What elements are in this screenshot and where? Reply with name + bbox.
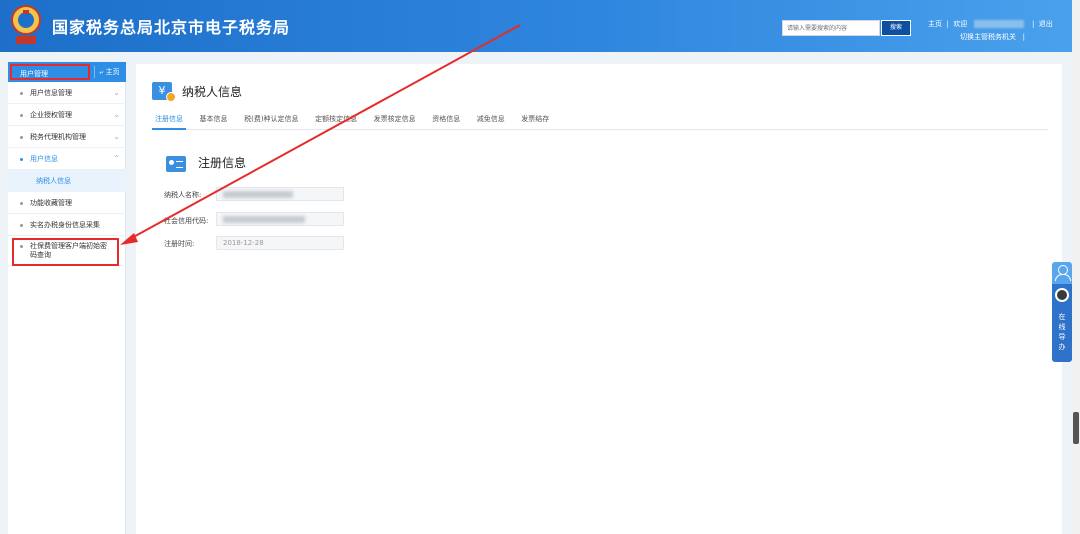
back-arrow-icon: ⤶ bbox=[99, 68, 104, 76]
username-redacted bbox=[973, 20, 1024, 28]
scrollbar-thumb[interactable] bbox=[1073, 412, 1079, 444]
logout-link[interactable]: 退出 bbox=[1039, 19, 1053, 29]
bullet-icon bbox=[20, 158, 23, 161]
sidebar-item-label: 用户信息 bbox=[30, 155, 58, 163]
tab-bar: 注册信息 基本信息 税(费)种认定信息 定额核定信息 发票核定信息 资格信息 减… bbox=[152, 110, 1048, 130]
annotation-highlight-box bbox=[12, 238, 119, 266]
sidebar-title[interactable]: 用户管理 bbox=[10, 64, 90, 80]
tab-basic[interactable]: 基本信息 bbox=[197, 110, 231, 130]
search-badge-icon bbox=[166, 92, 176, 102]
tab-quota[interactable]: 定额核定信息 bbox=[312, 110, 360, 130]
sidebar-item-label: 企业授权管理 bbox=[30, 111, 72, 119]
online-guide-button[interactable]: 在线导办 bbox=[1052, 284, 1072, 362]
home-button-label: 主页 bbox=[105, 68, 120, 76]
chevron-down-icon: ⌄ bbox=[113, 88, 120, 97]
online-guide-widget[interactable]: 在线导办 bbox=[1052, 262, 1072, 362]
separator: | bbox=[1029, 20, 1037, 28]
top-header: 国家税务总局北京市电子税务局 搜索 主页 | 欢迎 | 退出 切换主管税务机关 … bbox=[0, 0, 1080, 52]
bullet-icon bbox=[20, 224, 23, 227]
tab-qualification[interactable]: 资格信息 bbox=[429, 110, 463, 130]
bullet-icon bbox=[20, 136, 23, 139]
chevron-down-icon: ⌄ bbox=[113, 132, 120, 141]
sidebar-item-favorites[interactable]: 功能收藏管理 bbox=[8, 192, 126, 214]
sidebar-item-label: 税务代理机构管理 bbox=[30, 133, 86, 141]
separator: | bbox=[1018, 33, 1026, 41]
sidebar-home-button[interactable]: ⤶ 主页 bbox=[94, 66, 124, 78]
id-card-icon bbox=[166, 156, 186, 172]
separator: | bbox=[944, 20, 952, 28]
assistant-avatar-icon bbox=[1055, 288, 1069, 302]
page-title: 纳税人信息 bbox=[182, 85, 243, 99]
field-label-credit-code: 社会信用代码: bbox=[164, 217, 209, 225]
page-scrollbar[interactable] bbox=[1072, 0, 1080, 534]
tab-exemption[interactable]: 减免信息 bbox=[474, 110, 508, 130]
chevron-up-icon: ⌃ bbox=[113, 154, 120, 163]
search-button[interactable]: 搜索 bbox=[881, 20, 911, 36]
field-credit-code bbox=[216, 212, 344, 226]
user-service-icon[interactable] bbox=[1052, 262, 1072, 284]
chevron-down-icon: ⌄ bbox=[113, 110, 120, 119]
sidebar-item-enterprise-auth[interactable]: 企业授权管理 ⌄ bbox=[8, 104, 126, 126]
bullet-icon bbox=[20, 114, 23, 117]
sidebar-item-tax-agency[interactable]: 税务代理机构管理 ⌄ bbox=[8, 126, 126, 148]
sidebar-item-label: 实名办税身份信息采集 bbox=[30, 221, 100, 229]
redacted-value bbox=[223, 191, 293, 198]
tax-emblem-icon bbox=[11, 5, 41, 44]
sidebar-item-label: 用户信息管理 bbox=[30, 89, 72, 97]
tab-tax-type[interactable]: 税(费)种认定信息 bbox=[241, 110, 301, 130]
sidebar-item-label: 功能收藏管理 bbox=[30, 199, 72, 207]
field-label-name: 纳税人名称: bbox=[164, 191, 202, 199]
home-link[interactable]: 主页 bbox=[928, 19, 942, 29]
sidebar: 用户管理 ⤶ 主页 用户信息管理 ⌄ 企业授权管理 ⌄ 税务代理机构管理 ⌄ 用… bbox=[8, 62, 126, 534]
field-label-reg-date: 注册时间: bbox=[164, 240, 195, 248]
bullet-icon bbox=[20, 202, 23, 205]
field-reg-date: 2018-12-28 bbox=[216, 236, 344, 250]
sidebar-item-realname-collect[interactable]: 实名办税身份信息采集 bbox=[8, 214, 126, 236]
bullet-icon bbox=[20, 92, 23, 95]
tab-invoice-balance[interactable]: 发票结存 bbox=[518, 110, 552, 130]
sidebar-item-user-info[interactable]: 用户信息 ⌃ bbox=[8, 148, 126, 170]
section-title: 注册信息 bbox=[198, 156, 247, 170]
sidebar-header: 用户管理 ⤶ 主页 bbox=[8, 62, 126, 82]
top-links: 主页 | 欢迎 | 退出 bbox=[928, 19, 1053, 29]
online-guide-label: 在线导办 bbox=[1058, 313, 1066, 351]
search-input[interactable] bbox=[782, 20, 880, 36]
switch-org-label[interactable]: 切换主管税务机关 bbox=[960, 33, 1016, 41]
sidebar-subitem-taxpayer-info[interactable]: 纳税人信息 bbox=[8, 170, 126, 192]
main-panel: ¥ 纳税人信息 注册信息 基本信息 税(费)种认定信息 定额核定信息 发票核定信… bbox=[136, 64, 1062, 534]
tab-registration[interactable]: 注册信息 bbox=[152, 110, 186, 130]
field-taxpayer-name bbox=[216, 187, 344, 201]
redacted-value bbox=[223, 216, 305, 223]
tab-invoice-approval[interactable]: 发票核定信息 bbox=[371, 110, 419, 130]
site-title: 国家税务总局北京市电子税务局 bbox=[52, 18, 291, 37]
switch-org-link[interactable]: 切换主管税务机关 | bbox=[960, 32, 1025, 42]
sidebar-item-user-info-mgmt[interactable]: 用户信息管理 ⌄ bbox=[8, 82, 126, 104]
welcome-text: 欢迎 bbox=[953, 20, 968, 28]
